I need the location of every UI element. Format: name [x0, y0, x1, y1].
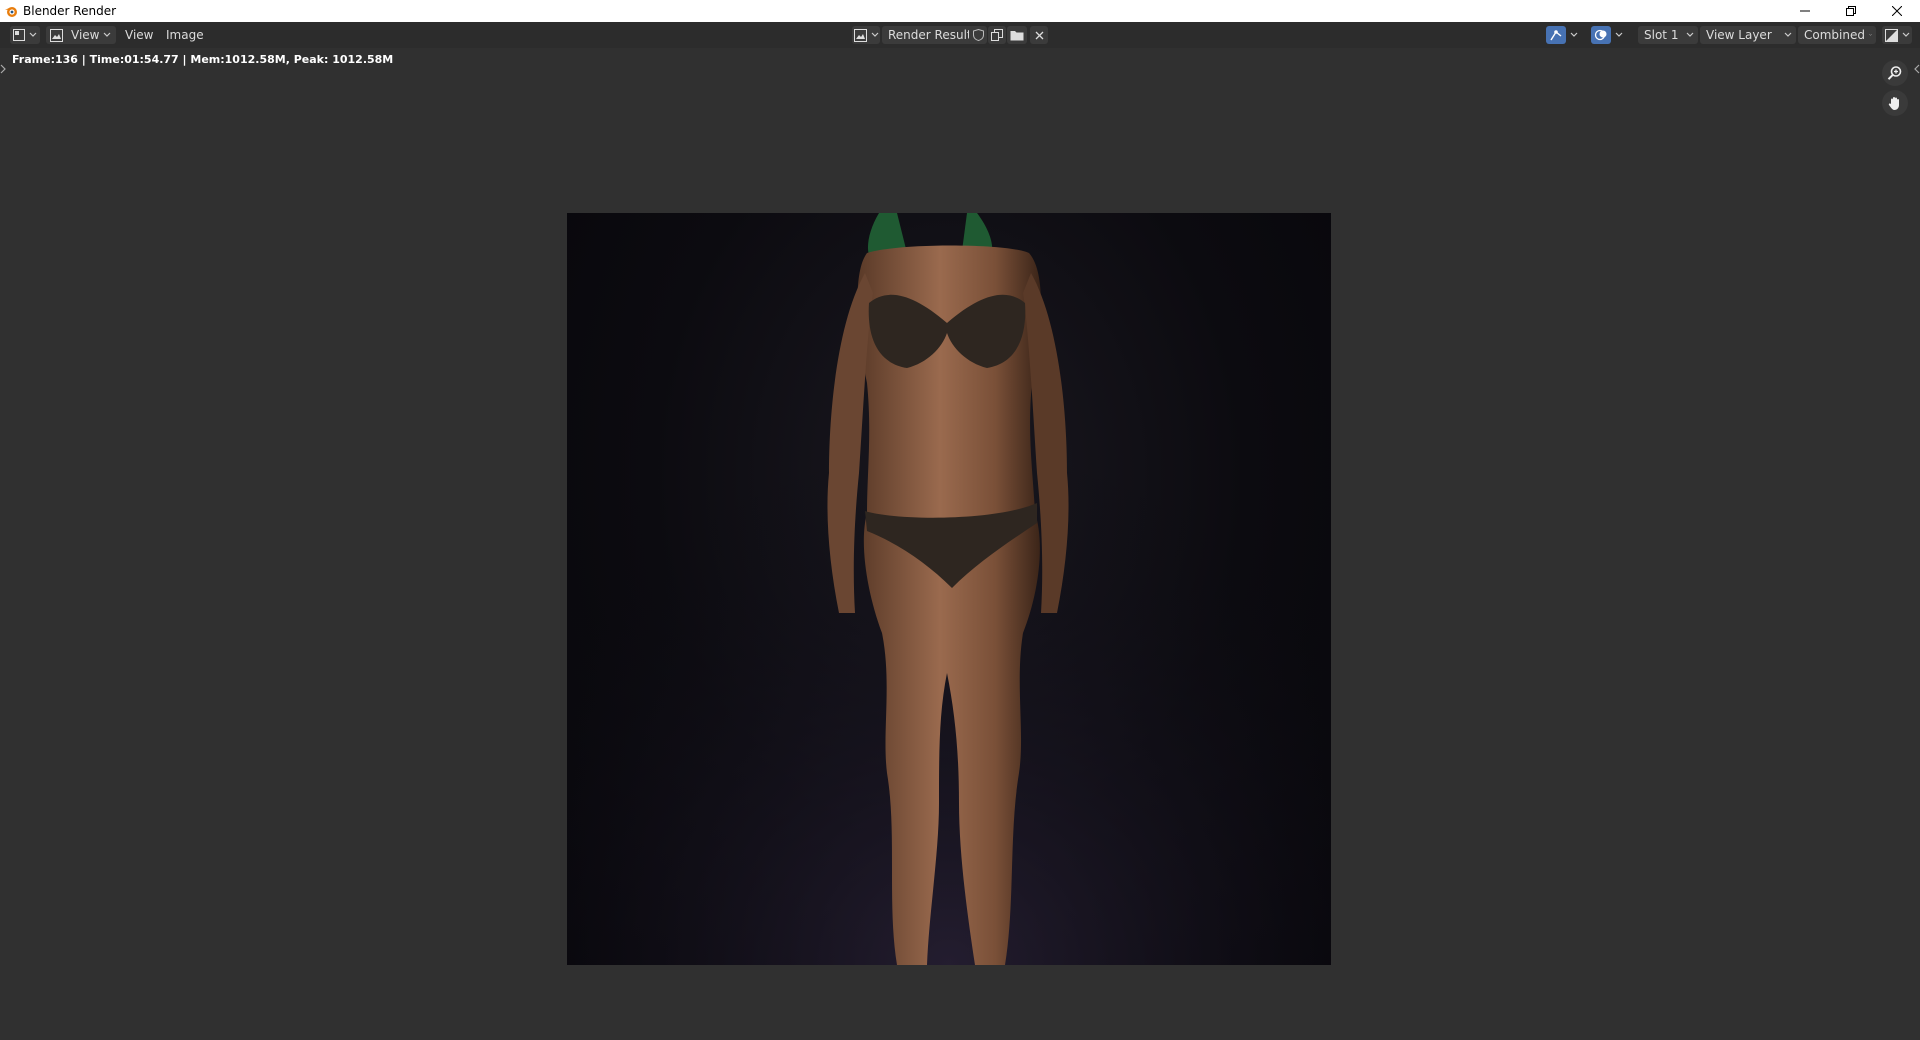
menu-view[interactable]: View [125, 26, 153, 44]
chevron-down-icon [1784, 32, 1792, 37]
render-pass-dropdown[interactable]: Combined [1798, 26, 1876, 44]
fake-user-button[interactable] [969, 26, 987, 44]
render-pass-label: Combined [1804, 28, 1865, 42]
minimize-icon [1800, 10, 1810, 12]
pan-button[interactable] [1882, 90, 1908, 116]
shield-icon [972, 29, 984, 41]
chevron-down-icon [1615, 32, 1623, 37]
gizmo-toggle-button[interactable] [1546, 26, 1566, 44]
chevron-down-icon [1902, 32, 1909, 37]
slot-label: Slot 1 [1644, 28, 1679, 42]
view-layer-dropdown[interactable]: View Layer [1700, 26, 1796, 44]
gizmo-dropdown[interactable] [1567, 26, 1581, 44]
duplicate-image-button[interactable] [988, 26, 1006, 44]
close-icon [1035, 31, 1043, 39]
display-channels-button[interactable] [1882, 26, 1912, 44]
overlays-icon [1594, 29, 1607, 41]
toolbar-expand-arrow-icon[interactable] [0, 64, 6, 74]
browse-image-button[interactable] [852, 26, 880, 44]
close-icon [1892, 6, 1902, 16]
restore-button[interactable] [1828, 0, 1874, 22]
restore-icon [1846, 6, 1856, 16]
duplicate-icon [991, 29, 1003, 41]
image-browse-icon [853, 28, 867, 42]
mode-view-dropdown[interactable]: View [46, 26, 116, 44]
display-channels-icon [1884, 28, 1898, 42]
mode-view-label: View [71, 28, 100, 42]
view-layer-label: View Layer [1706, 28, 1772, 42]
chevron-down-icon [104, 32, 111, 37]
window-titlebar: Blender Render [0, 0, 1920, 22]
chevron-down-icon [1686, 32, 1694, 37]
slot-dropdown[interactable]: Slot 1 [1638, 26, 1698, 44]
menu-image[interactable]: Image [166, 26, 204, 44]
zoom-button[interactable] [1882, 60, 1908, 86]
folder-icon [1010, 31, 1024, 41]
blender-logo-icon [5, 7, 17, 17]
close-button[interactable] [1874, 0, 1920, 22]
unlink-image-button[interactable] [1030, 26, 1048, 44]
window-title: Blender Render [23, 4, 117, 18]
minimize-button[interactable] [1782, 0, 1828, 22]
editor-type-button[interactable] [10, 26, 40, 44]
render-status-text: Frame:136 | Time:01:54.77 | Mem:1012.58M… [12, 53, 394, 66]
image-editor-header: View View Image Render Result Slot 1 Vie… [0, 22, 1920, 48]
rendered-figure-illustration [567, 213, 1331, 965]
sidebar-expand-arrow-icon[interactable] [1914, 64, 1920, 74]
hand-pan-icon [1888, 97, 1899, 110]
chevron-down-icon [29, 32, 37, 37]
image-name-label: Render Result [888, 28, 972, 42]
gizmo-icon [1550, 30, 1562, 41]
chevron-down-icon [1570, 32, 1578, 37]
render-result-image[interactable] [567, 213, 1331, 965]
overlay-toggle-button[interactable] [1591, 26, 1611, 44]
image-name-field[interactable]: Render Result [882, 26, 974, 44]
chevron-down-icon [871, 32, 878, 37]
image-icon [50, 28, 63, 42]
chevron-down-icon [1869, 34, 1872, 36]
open-image-button[interactable] [1007, 26, 1027, 44]
image-editor-icon [13, 29, 25, 41]
zoom-icon [1887, 66, 1902, 80]
overlay-dropdown[interactable] [1612, 26, 1626, 44]
